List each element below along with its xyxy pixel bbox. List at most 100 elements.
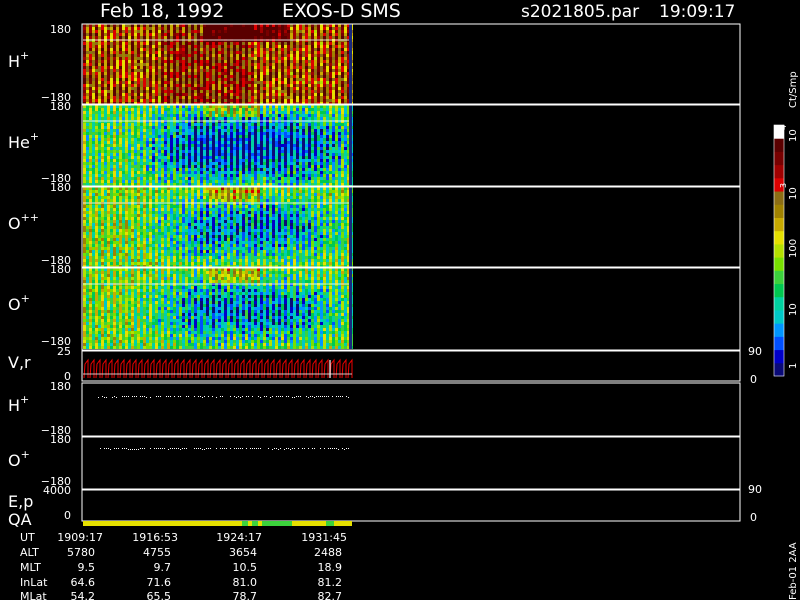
spectrogram-cell — [185, 69, 188, 72]
spectrogram-cell — [269, 33, 272, 36]
spectrogram-cell — [107, 159, 110, 162]
spectrogram-cell — [134, 135, 137, 138]
spectrogram-cell — [245, 168, 248, 171]
spectrogram-cell — [95, 126, 98, 129]
spectrogram-cell — [137, 123, 140, 126]
spectrogram-cell — [140, 132, 143, 135]
spectrogram-cell — [122, 48, 125, 51]
spectrogram-cell — [266, 171, 269, 174]
spectrogram-cell — [89, 72, 92, 75]
spectrogram-cell — [125, 147, 128, 150]
spectrogram-cell — [182, 81, 185, 84]
spectrogram-cell — [290, 144, 293, 147]
spectrogram-cell — [341, 51, 344, 54]
spectrogram-cell — [182, 171, 185, 174]
spectrogram-cell — [266, 87, 269, 90]
spectrogram-cell — [170, 144, 173, 147]
spectrogram-cell — [290, 30, 293, 33]
spectrogram-cell — [179, 132, 182, 135]
spectrogram-cell — [143, 63, 146, 66]
spectrogram-cell — [302, 177, 305, 180]
spectrogram-cell — [92, 144, 95, 147]
spectrogram-cell — [161, 33, 164, 36]
spectrogram-cell — [296, 45, 299, 48]
spectrogram-cell — [89, 147, 92, 150]
spectrogram-cell — [188, 27, 191, 30]
spectrogram-cell — [218, 45, 221, 48]
spectrogram-cell — [284, 165, 287, 168]
spectrogram-cell — [215, 108, 218, 111]
spectrogram-cell — [131, 153, 134, 156]
spectrogram-cell — [332, 96, 335, 99]
spectrogram-edge — [349, 24, 352, 104]
spectrogram-cell — [233, 171, 236, 174]
spectrogram-cell — [224, 42, 227, 45]
spectrogram-cell — [95, 30, 98, 33]
spectrogram-cell — [149, 33, 152, 36]
spectrogram-cell — [338, 147, 341, 150]
spectrogram-cell — [269, 75, 272, 78]
spectrogram-cell — [173, 174, 176, 177]
spectrogram-cell — [296, 27, 299, 30]
spectrogram-cell — [263, 171, 266, 174]
spectrogram-cell — [260, 117, 263, 120]
spectrogram-cell — [338, 153, 341, 156]
spectrogram-cell — [164, 150, 167, 153]
spectrogram-cell — [164, 111, 167, 114]
spectrogram-cell — [110, 171, 113, 174]
spectrogram-cell — [170, 114, 173, 117]
spectrogram-cell — [257, 54, 260, 57]
spectrogram-cell — [338, 45, 341, 48]
spectrogram-cell — [251, 138, 254, 141]
spectrogram-cell — [248, 60, 251, 63]
spectrogram-cell — [266, 165, 269, 168]
spectrogram-cell — [188, 90, 191, 93]
spectrogram-cell — [302, 66, 305, 69]
spectrogram-cell — [308, 93, 311, 96]
spectrogram-cell — [284, 30, 287, 33]
spectrogram-cell — [317, 27, 320, 30]
spectrogram-cell — [332, 156, 335, 159]
spectrogram-cell — [278, 177, 281, 180]
spectrogram-cell — [86, 108, 89, 111]
spectrogram-cell — [206, 168, 209, 171]
spectrogram-cell — [230, 42, 233, 45]
spectrogram-cell — [104, 30, 107, 33]
spectrogram-cell — [260, 165, 263, 168]
spectrogram-cell — [305, 66, 308, 69]
spectrogram-cell — [212, 51, 215, 54]
spectrogram-cell — [209, 132, 212, 135]
spectrogram-cell — [257, 135, 260, 138]
spectrogram-cell — [329, 96, 332, 99]
spectrogram-cell — [191, 135, 194, 138]
spectrogram-cell — [266, 33, 269, 36]
spectrogram-cell — [182, 126, 185, 129]
spectrogram-cell — [254, 156, 257, 159]
spectrogram-cell — [299, 57, 302, 60]
spectrogram-cell — [119, 174, 122, 177]
spectrogram-cell — [245, 33, 248, 36]
spectrogram-cell — [176, 48, 179, 51]
spectrogram-cell — [269, 147, 272, 150]
colorbar-swatch — [774, 349, 784, 364]
spectrogram-cell — [242, 30, 245, 33]
spectrogram-cell — [248, 33, 251, 36]
spectrogram-cell — [134, 54, 137, 57]
spectrogram-cell — [227, 144, 230, 147]
spectrogram-cell — [170, 48, 173, 51]
spectrogram-cell — [332, 171, 335, 174]
spectrogram-cell — [323, 162, 326, 165]
spectrogram-cell — [332, 144, 335, 147]
spectrogram-cell — [335, 168, 338, 171]
spectrogram-cell — [266, 81, 269, 84]
spectrogram-cell — [296, 108, 299, 111]
spectrogram-cell — [194, 165, 197, 168]
spectrogram-cell — [254, 60, 257, 63]
spectrogram-cell — [332, 48, 335, 51]
spectrogram-cell — [329, 123, 332, 126]
spectrogram-cell — [203, 99, 206, 102]
spectrogram-cell — [239, 33, 242, 36]
spectrogram-cell — [104, 60, 107, 63]
spectrogram-cell — [116, 168, 119, 171]
spectrogram-cell — [254, 129, 257, 132]
